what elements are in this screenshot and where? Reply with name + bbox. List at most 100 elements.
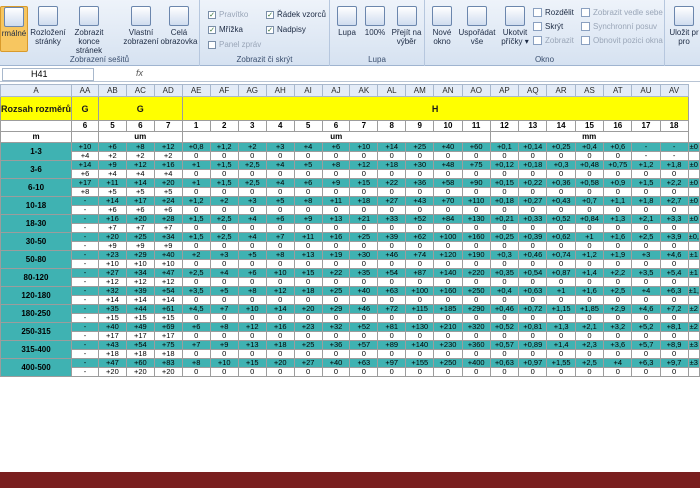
upper-deviation-cell[interactable]: +60: [125, 358, 155, 368]
upper-deviation-cell[interactable]: +97: [377, 358, 407, 368]
g-partial-header-cell[interactable]: G: [71, 96, 99, 121]
upper-deviation-cell[interactable]: +7: [181, 340, 211, 350]
lower-deviation-cell[interactable]: 0: [546, 187, 576, 197]
upper-deviation-cell[interactable]: +1,1: [603, 196, 633, 206]
upper-deviation-cell[interactable]: +0,46: [518, 250, 548, 260]
grade-number-cell[interactable]: 6: [71, 120, 99, 132]
upper-deviation-cell[interactable]: +4: [265, 160, 295, 170]
grade-number-cell[interactable]: 6: [321, 120, 351, 132]
lower-deviation-cell[interactable]: 0: [574, 349, 605, 359]
size-range-cell[interactable]: 3-6: [0, 160, 73, 179]
upper-deviation-cell[interactable]: +40: [97, 322, 127, 332]
lower-deviation-cell[interactable]: 0: [293, 367, 323, 377]
upper-deviation-cell[interactable]: +4: [237, 232, 267, 242]
upper-deviation-cell[interactable]: +18: [265, 340, 295, 350]
column-header-ah[interactable]: AH: [265, 84, 295, 97]
lower-deviation-cell[interactable]: 0: [405, 349, 435, 359]
upper-deviation-cell[interactable]: +0,4: [489, 286, 520, 296]
upper-deviation-cell[interactable]: +1,2: [209, 142, 239, 152]
upper-deviation-cell[interactable]: +1,55: [546, 358, 576, 368]
upper-deviation-cell[interactable]: +54: [377, 268, 407, 278]
lower-deviation-cell[interactable]: 0: [659, 169, 689, 179]
upper-deviation-cell[interactable]: +8,1: [659, 322, 689, 332]
lower-deviation-cell[interactable]: 0: [546, 331, 576, 341]
lower-deviation-cell[interactable]: 0: [181, 205, 211, 215]
lower-deviation-cell[interactable]: [687, 277, 700, 287]
lower-deviation-cell[interactable]: 0: [349, 205, 379, 215]
upper-deviation-cell[interactable]: +0,57: [489, 340, 520, 350]
grade-number-cell[interactable]: 11: [461, 120, 491, 132]
upper-deviation-cell[interactable]: ±1,: [687, 286, 700, 296]
lower-deviation-cell[interactable]: 0: [546, 205, 576, 215]
size-range-cell[interactable]: 10-18: [0, 196, 73, 215]
upper-deviation-cell[interactable]: +0,25: [546, 142, 576, 152]
lower-deviation-cell[interactable]: +5: [153, 187, 183, 197]
lower-deviation-cell[interactable]: 0: [659, 223, 689, 233]
lower-deviation-cell[interactable]: +17: [125, 331, 155, 341]
upper-deviation-cell[interactable]: +2,9: [603, 304, 633, 314]
lower-deviation-cell[interactable]: +7: [153, 223, 183, 233]
upper-deviation-cell[interactable]: +25: [125, 232, 155, 242]
column-header-aa[interactable]: AA: [71, 84, 99, 97]
size-range-cell[interactable]: 6-10: [0, 178, 73, 197]
lower-deviation-cell[interactable]: 0: [237, 151, 267, 161]
upper-deviation-cell[interactable]: +0,36: [546, 178, 576, 188]
upper-deviation-cell[interactable]: +12: [265, 286, 295, 296]
lower-deviation-cell[interactable]: 0: [489, 259, 520, 269]
lower-deviation-cell[interactable]: 0: [349, 331, 379, 341]
upper-deviation-cell[interactable]: +8: [293, 196, 323, 206]
lower-deviation-cell[interactable]: 0: [265, 277, 295, 287]
upper-deviation-cell[interactable]: +32: [97, 286, 127, 296]
lower-deviation-cell[interactable]: [687, 223, 700, 233]
upper-deviation-cell[interactable]: +0,9: [603, 178, 633, 188]
lower-deviation-cell[interactable]: 0: [603, 169, 633, 179]
upper-deviation-cell[interactable]: +69: [153, 322, 183, 332]
lower-deviation-cell[interactable]: 0: [321, 367, 351, 377]
upper-deviation-cell[interactable]: +290: [461, 304, 491, 314]
upper-deviation-cell[interactable]: +2,5: [603, 286, 633, 296]
size-range-cell[interactable]: 80-120: [0, 268, 73, 287]
lower-deviation-cell[interactable]: 0: [433, 151, 463, 161]
lower-deviation-cell[interactable]: 0: [603, 295, 633, 305]
upper-deviation-cell[interactable]: +20: [153, 178, 183, 188]
lower-deviation-cell[interactable]: +20: [125, 367, 155, 377]
upper-deviation-cell[interactable]: -: [71, 214, 99, 224]
upper-deviation-cell[interactable]: +24: [153, 196, 183, 206]
upper-deviation-cell[interactable]: +1,5: [181, 214, 211, 224]
upper-deviation-cell[interactable]: +0,3: [546, 160, 576, 170]
lower-deviation-cell[interactable]: +10: [153, 259, 183, 269]
size-range-cell[interactable]: 50-80: [0, 250, 73, 269]
lower-deviation-cell[interactable]: 0: [209, 313, 239, 323]
upper-deviation-cell[interactable]: +14: [71, 160, 99, 170]
upper-deviation-cell[interactable]: +1,15: [546, 304, 576, 314]
upper-deviation-cell[interactable]: +30: [349, 250, 379, 260]
lower-deviation-cell[interactable]: 0: [518, 241, 548, 251]
lower-deviation-cell[interactable]: 0: [181, 295, 211, 305]
upper-deviation-cell[interactable]: +0,3: [489, 250, 520, 260]
upper-deviation-cell[interactable]: +1: [574, 232, 605, 242]
lower-deviation-cell[interactable]: 0: [603, 151, 633, 161]
grade-number-cell[interactable]: 10: [433, 120, 463, 132]
upper-deviation-cell[interactable]: +320: [461, 322, 491, 332]
lower-deviation-cell[interactable]: 0: [574, 151, 605, 161]
upper-deviation-cell[interactable]: +130: [461, 214, 491, 224]
upper-deviation-cell[interactable]: +5,2: [631, 322, 661, 332]
upper-deviation-cell[interactable]: +43: [405, 196, 435, 206]
lower-deviation-cell[interactable]: 0: [603, 187, 633, 197]
lower-deviation-cell[interactable]: 0: [489, 349, 520, 359]
upper-deviation-cell[interactable]: -: [71, 232, 99, 242]
upper-deviation-cell[interactable]: +0,81: [518, 322, 548, 332]
lower-deviation-cell[interactable]: 0: [293, 223, 323, 233]
upper-deviation-cell[interactable]: +10: [349, 142, 379, 152]
upper-deviation-cell[interactable]: +6,3: [659, 286, 689, 296]
lower-deviation-cell[interactable]: [687, 241, 700, 251]
upper-deviation-cell[interactable]: +0,87: [546, 268, 576, 278]
upper-deviation-cell[interactable]: +40: [321, 358, 351, 368]
column-header-av[interactable]: AV: [659, 84, 689, 97]
arrange-all-button[interactable]: Uspořádat vše: [457, 6, 497, 46]
upper-deviation-cell[interactable]: ±0: [687, 160, 700, 170]
upper-deviation-cell[interactable]: +49: [125, 322, 155, 332]
lower-deviation-cell[interactable]: 0: [321, 277, 351, 287]
upper-deviation-cell[interactable]: +4,5: [181, 304, 211, 314]
lower-deviation-cell[interactable]: +6: [71, 169, 99, 179]
